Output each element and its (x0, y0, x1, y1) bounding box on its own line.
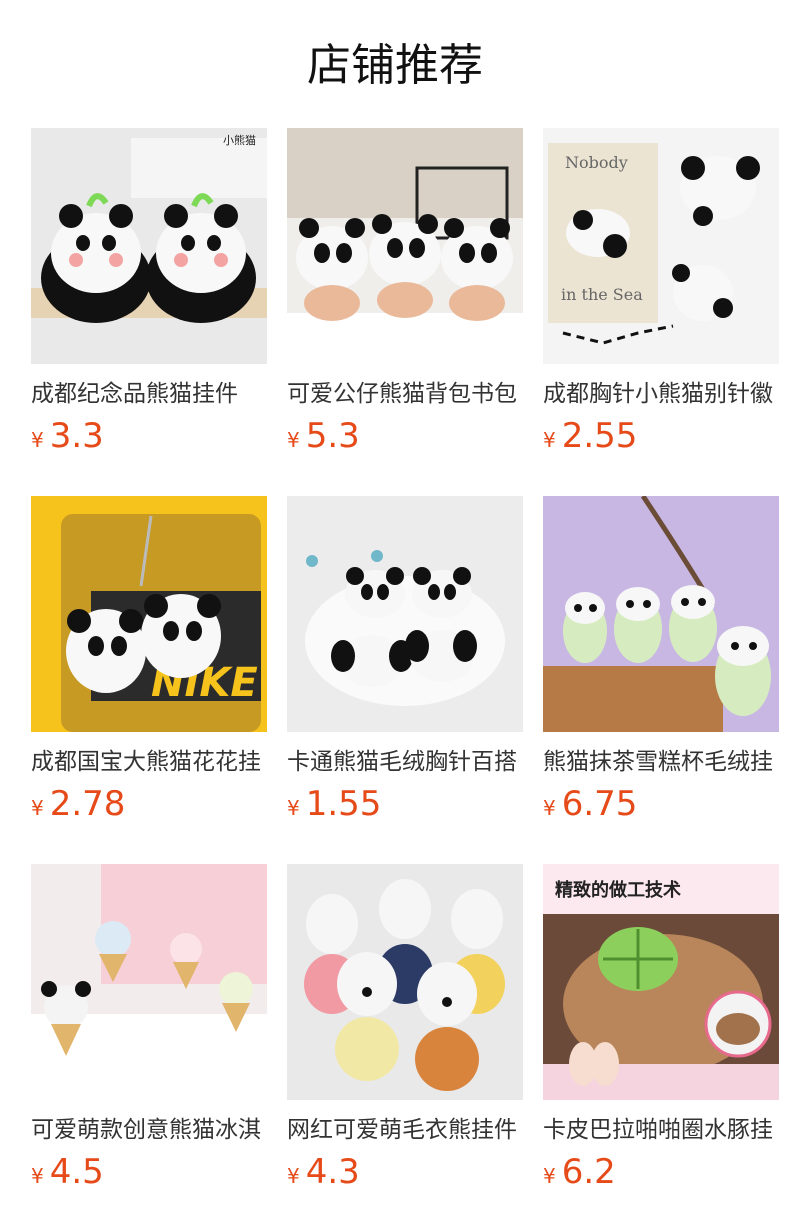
product-price: ¥2.55 (543, 416, 779, 462)
price-amount: 2.55 (561, 416, 638, 456)
product-name[interactable]: 网红可爱萌毛衣熊挂件 (287, 1114, 523, 1146)
price-amount: 6.75 (561, 784, 638, 824)
product-price: ¥4.3 (287, 1152, 523, 1198)
image-watermark: 小熊猫 (223, 133, 256, 147)
product-name[interactable]: 成都胸针小熊猫别针徽 (543, 378, 779, 410)
currency-symbol: ¥ (287, 1164, 300, 1188)
product-price: ¥4.5 (31, 1152, 267, 1198)
product-image[interactable]: 小熊猫 (31, 128, 267, 364)
product-image[interactable] (287, 864, 523, 1100)
image-banner-text: 精致的做工技术 (555, 879, 681, 901)
product-card[interactable]: 网红可爱萌毛衣熊挂件 ¥4.3 (287, 864, 523, 1232)
currency-symbol: ¥ (287, 796, 300, 820)
product-name[interactable]: 成都国宝大熊猫花花挂 (31, 746, 267, 778)
currency-symbol: ¥ (543, 428, 556, 452)
svg-text:Nobody: Nobody (565, 153, 628, 172)
product-price: ¥3.3 (31, 416, 267, 462)
product-name[interactable]: 卡皮巴拉啪啪圈水豚挂 (543, 1114, 779, 1146)
currency-symbol: ¥ (31, 1164, 44, 1188)
price-amount: 4.3 (305, 1152, 360, 1192)
page-title: 店铺推荐 (307, 40, 483, 91)
product-card[interactable]: 可爱萌款创意熊猫冰淇 ¥4.5 (31, 864, 267, 1232)
product-name[interactable]: 熊猫抹茶雪糕杯毛绒挂 (543, 746, 779, 778)
product-price: ¥6.2 (543, 1152, 779, 1198)
price-amount: 2.78 (49, 784, 126, 824)
currency-symbol: ¥ (287, 428, 300, 452)
product-price: ¥6.75 (543, 784, 779, 830)
currency-symbol: ¥ (543, 1164, 556, 1188)
product-image[interactable]: NIKE (31, 496, 267, 732)
product-name[interactable]: 卡通熊猫毛绒胸针百搭 (287, 746, 523, 778)
price-amount: 1.55 (305, 784, 382, 824)
product-price: ¥2.78 (31, 784, 267, 830)
product-name[interactable]: 可爱公仔熊猫背包书包 (287, 378, 523, 410)
svg-text:in the Sea: in the Sea (561, 285, 643, 304)
currency-symbol: ¥ (543, 796, 556, 820)
product-card[interactable]: 精致的做工技术 卡皮巴拉啪啪圈水豚挂 ¥6.2 (543, 864, 779, 1232)
product-image[interactable] (31, 864, 267, 1100)
product-image[interactable] (543, 496, 779, 732)
currency-symbol: ¥ (31, 428, 44, 452)
product-card[interactable]: NIKE 成都国宝大熊猫花花挂 ¥2.78 (31, 496, 267, 864)
product-card[interactable]: 卡通熊猫毛绒胸针百搭 ¥1.55 (287, 496, 523, 864)
product-card[interactable]: 小熊猫 成都纪念品熊猫挂件 ¥3.3 (31, 128, 267, 496)
product-image[interactable]: Nobody in the Sea (543, 128, 779, 364)
price-amount: 5.3 (305, 416, 360, 456)
price-amount: 3.3 (49, 416, 104, 456)
product-grid: 小熊猫 成都纪念品熊猫挂件 ¥3.3 可爱公仔熊猫背包书包 ¥ 5.3 Nobo… (31, 128, 779, 1232)
product-price: ¥5.3 (287, 416, 523, 462)
product-image[interactable] (287, 128, 523, 364)
product-name[interactable]: 可爱萌款创意熊猫冰淇 (31, 1114, 267, 1146)
product-price: ¥1.55 (287, 784, 523, 830)
product-image[interactable] (287, 496, 523, 732)
product-card[interactable]: 可爱公仔熊猫背包书包 ¥5.3 (287, 128, 523, 496)
currency-symbol: ¥ (31, 796, 44, 820)
product-image[interactable]: 精致的做工技术 (543, 864, 779, 1100)
price-amount: 4.5 (49, 1152, 104, 1192)
product-card[interactable]: Nobody in the Sea 成都胸针小熊猫别针徽 ¥2.55 (543, 128, 779, 496)
product-name[interactable]: 成都纪念品熊猫挂件 (31, 378, 267, 410)
price-amount: 6.2 (561, 1152, 616, 1192)
product-card[interactable]: 熊猫抹茶雪糕杯毛绒挂 ¥6.75 (543, 496, 779, 864)
